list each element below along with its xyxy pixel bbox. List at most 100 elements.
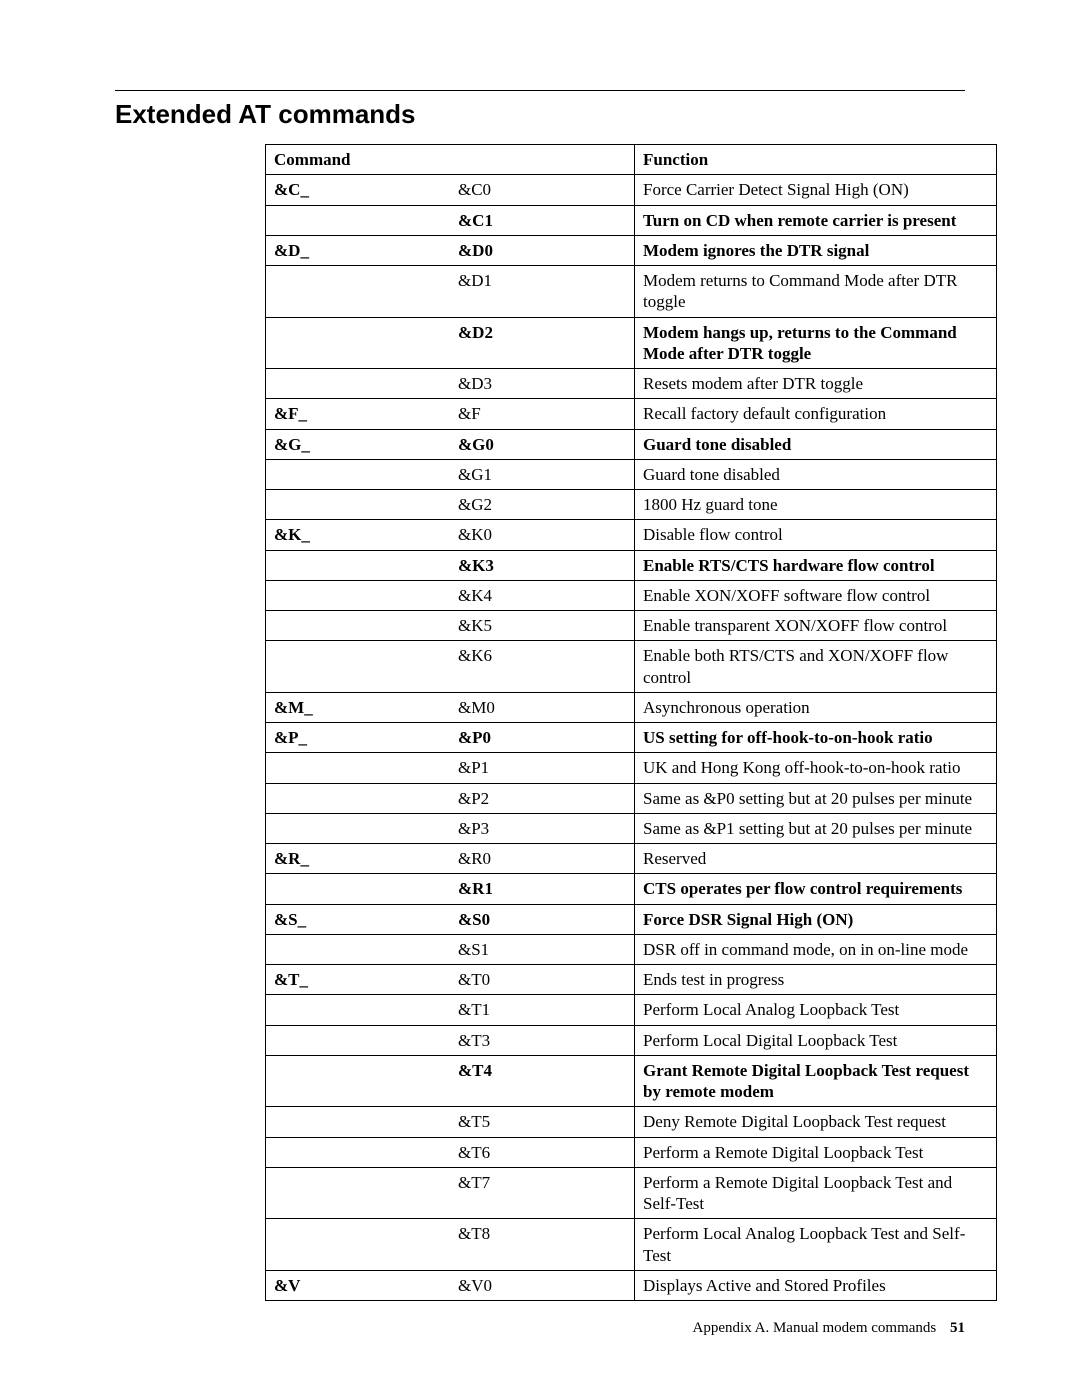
cell-command-group: &V bbox=[266, 1270, 451, 1300]
table-row: &F_&FRecall factory default configuratio… bbox=[266, 399, 997, 429]
cell-command-code: &K6 bbox=[450, 641, 635, 693]
cell-command-code: &G0 bbox=[450, 429, 635, 459]
table-row: &T3Perform Local Digital Loopback Test bbox=[266, 1025, 997, 1055]
cell-command-code: &S0 bbox=[450, 904, 635, 934]
cell-command-group bbox=[266, 995, 451, 1025]
cell-function: Enable both RTS/CTS and XON/XOFF flow co… bbox=[635, 641, 997, 693]
cell-function: Reserved bbox=[635, 844, 997, 874]
footer-page-number: 51 bbox=[940, 1320, 965, 1336]
cell-command-group bbox=[266, 813, 451, 843]
col-header-function: Function bbox=[635, 145, 997, 175]
cell-command-code: &T5 bbox=[450, 1107, 635, 1137]
cell-command-code: &K0 bbox=[450, 520, 635, 550]
cell-function: Modem hangs up, returns to the Command M… bbox=[635, 317, 997, 369]
rule-top bbox=[115, 90, 965, 91]
cell-function: Force DSR Signal High (ON) bbox=[635, 904, 997, 934]
cell-command-group: &P_ bbox=[266, 723, 451, 753]
cell-command-code: &T6 bbox=[450, 1137, 635, 1167]
cell-command-group bbox=[266, 874, 451, 904]
cell-function: Enable XON/XOFF software flow control bbox=[635, 580, 997, 610]
cell-function: Disable flow control bbox=[635, 520, 997, 550]
cell-function: DSR off in command mode, on in on-line m… bbox=[635, 934, 997, 964]
table-row: &K6Enable both RTS/CTS and XON/XOFF flow… bbox=[266, 641, 997, 693]
cell-command-code: &P3 bbox=[450, 813, 635, 843]
table-row: &V&V0Displays Active and Stored Profiles bbox=[266, 1270, 997, 1300]
cell-command-group: &T_ bbox=[266, 965, 451, 995]
table-row: &S1DSR off in command mode, on in on-lin… bbox=[266, 934, 997, 964]
table-row: &T_&T0Ends test in progress bbox=[266, 965, 997, 995]
table-row: &T6Perform a Remote Digital Loopback Tes… bbox=[266, 1137, 997, 1167]
cell-function: Same as &P1 setting but at 20 pulses per… bbox=[635, 813, 997, 843]
cell-function: Enable transparent XON/XOFF flow control bbox=[635, 611, 997, 641]
cell-command-group bbox=[266, 641, 451, 693]
cell-command-code: &C0 bbox=[450, 175, 635, 205]
cell-command-group bbox=[266, 1167, 451, 1219]
cell-function: Guard tone disabled bbox=[635, 459, 997, 489]
cell-command-group bbox=[266, 753, 451, 783]
cell-function: Resets modem after DTR toggle bbox=[635, 369, 997, 399]
cell-command-code: &K5 bbox=[450, 611, 635, 641]
cell-command-group bbox=[266, 490, 451, 520]
cell-command-code: &R1 bbox=[450, 874, 635, 904]
footer-label: Appendix A. Manual modem commands bbox=[693, 1320, 937, 1336]
table-row: &R1CTS operates per flow control require… bbox=[266, 874, 997, 904]
cell-command-group bbox=[266, 1137, 451, 1167]
cell-command-code: &M0 bbox=[450, 692, 635, 722]
cell-command-code: &D0 bbox=[450, 235, 635, 265]
table-row: &G_&G0Guard tone disabled bbox=[266, 429, 997, 459]
cell-function: UK and Hong Kong off-hook-to-on-hook rat… bbox=[635, 753, 997, 783]
cell-command-group bbox=[266, 1107, 451, 1137]
cell-function: Perform Local Analog Loopback Test bbox=[635, 995, 997, 1025]
cell-command-group: &G_ bbox=[266, 429, 451, 459]
table-row: &T7Perform a Remote Digital Loopback Tes… bbox=[266, 1167, 997, 1219]
table-header-row: Command Function bbox=[266, 145, 997, 175]
table-row: &C1Turn on CD when remote carrier is pre… bbox=[266, 205, 997, 235]
cell-command-group: &D_ bbox=[266, 235, 451, 265]
cell-function: Perform Local Digital Loopback Test bbox=[635, 1025, 997, 1055]
cell-command-code: &K4 bbox=[450, 580, 635, 610]
cell-function: Deny Remote Digital Loopback Test reques… bbox=[635, 1107, 997, 1137]
cell-function: CTS operates per flow control requiremen… bbox=[635, 874, 997, 904]
cell-command-code: &T0 bbox=[450, 965, 635, 995]
cell-command-code: &T1 bbox=[450, 995, 635, 1025]
cell-function: Same as &P0 setting but at 20 pulses per… bbox=[635, 783, 997, 813]
table-row: &G1Guard tone disabled bbox=[266, 459, 997, 489]
table-row: &P_&P0US setting for off-hook-to-on-hook… bbox=[266, 723, 997, 753]
table-row: &T1Perform Local Analog Loopback Test bbox=[266, 995, 997, 1025]
cell-function: Turn on CD when remote carrier is presen… bbox=[635, 205, 997, 235]
cell-command-group bbox=[266, 934, 451, 964]
table-row: &K4Enable XON/XOFF software flow control bbox=[266, 580, 997, 610]
cell-command-group bbox=[266, 1055, 451, 1107]
at-commands-table: Command Function &C_&C0Force Carrier Det… bbox=[265, 144, 997, 1301]
cell-command-code: &T4 bbox=[450, 1055, 635, 1107]
cell-command-code: &V0 bbox=[450, 1270, 635, 1300]
cell-command-group bbox=[266, 369, 451, 399]
table-row: &T4Grant Remote Digital Loopback Test re… bbox=[266, 1055, 997, 1107]
col-header-command: Command bbox=[266, 145, 451, 175]
table-row: &K5Enable transparent XON/XOFF flow cont… bbox=[266, 611, 997, 641]
table-row: &D3Resets modem after DTR toggle bbox=[266, 369, 997, 399]
cell-command-group bbox=[266, 1025, 451, 1055]
cell-command-group bbox=[266, 783, 451, 813]
cell-command-group: &M_ bbox=[266, 692, 451, 722]
cell-function: US setting for off-hook-to-on-hook ratio bbox=[635, 723, 997, 753]
table-row: &D1Modem returns to Command Mode after D… bbox=[266, 266, 997, 318]
table-row: &S_&S0Force DSR Signal High (ON) bbox=[266, 904, 997, 934]
cell-command-code: &F bbox=[450, 399, 635, 429]
cell-function: Displays Active and Stored Profiles bbox=[635, 1270, 997, 1300]
cell-command-code: &P1 bbox=[450, 753, 635, 783]
cell-command-code: &C1 bbox=[450, 205, 635, 235]
cell-command-code: &D3 bbox=[450, 369, 635, 399]
table-row: &R_&R0Reserved bbox=[266, 844, 997, 874]
cell-command-code: &K3 bbox=[450, 550, 635, 580]
cell-function: Perform Local Analog Loopback Test and S… bbox=[635, 1219, 997, 1271]
table-row: &D2Modem hangs up, returns to the Comman… bbox=[266, 317, 997, 369]
cell-function: Asynchronous operation bbox=[635, 692, 997, 722]
cell-command-group: &F_ bbox=[266, 399, 451, 429]
cell-command-code: &T8 bbox=[450, 1219, 635, 1271]
cell-function: Ends test in progress bbox=[635, 965, 997, 995]
cell-command-group: &S_ bbox=[266, 904, 451, 934]
cell-command-group: &R_ bbox=[266, 844, 451, 874]
cell-function: Perform a Remote Digital Loopback Test a… bbox=[635, 1167, 997, 1219]
table-row: &K_&K0Disable flow control bbox=[266, 520, 997, 550]
